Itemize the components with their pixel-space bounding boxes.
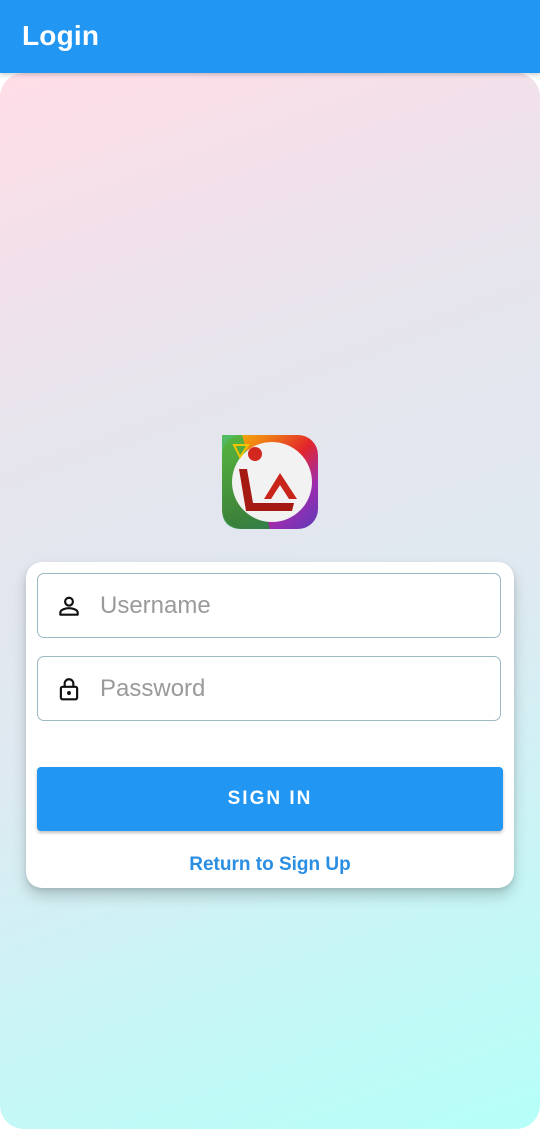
login-card: SIGN IN Return to Sign Up (26, 562, 514, 888)
username-field[interactable] (37, 573, 501, 638)
app-logo-icon (222, 435, 318, 529)
username-input[interactable] (100, 574, 490, 637)
person-icon (59, 596, 79, 616)
sign-in-button[interactable]: SIGN IN (37, 767, 503, 831)
login-background: SIGN IN Return to Sign Up (0, 73, 540, 1129)
password-field[interactable] (37, 656, 501, 721)
app-bar: Login (0, 0, 540, 73)
password-input[interactable] (100, 657, 490, 720)
lock-icon (59, 678, 79, 701)
return-to-sign-up-link[interactable]: Return to Sign Up (26, 854, 514, 876)
page-title: Login (22, 20, 100, 51)
